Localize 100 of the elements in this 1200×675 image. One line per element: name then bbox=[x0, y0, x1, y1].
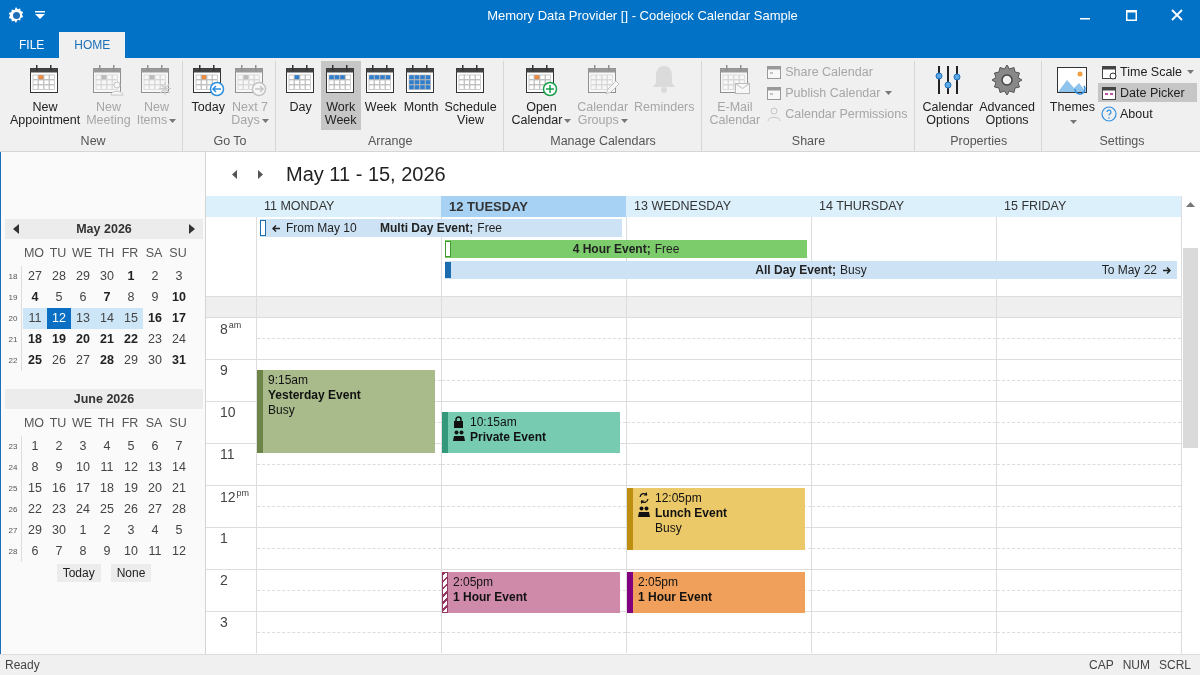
day-cell[interactable]: 17 bbox=[71, 478, 95, 499]
day-cell[interactable]: 25 bbox=[95, 499, 119, 520]
scrollbar[interactable] bbox=[1181, 196, 1199, 654]
day-cell[interactable]: 2 bbox=[143, 266, 167, 287]
day-cell[interactable]: 12 bbox=[119, 457, 143, 478]
day-cell[interactable]: 20 bbox=[143, 478, 167, 499]
day-cell[interactable]: 7 bbox=[95, 287, 119, 308]
previous-month-button[interactable] bbox=[11, 224, 21, 234]
day-cell[interactable]: 6 bbox=[23, 541, 47, 562]
day-cell[interactable]: 3 bbox=[119, 520, 143, 541]
ribbon-button[interactable]: New Appointment bbox=[7, 61, 84, 130]
ribbon-button[interactable]: Calendar Options bbox=[919, 61, 977, 130]
all-day-event[interactable]: From May 10 Multi Day Event; Free bbox=[260, 219, 622, 237]
picker-button[interactable]: Today bbox=[56, 564, 101, 582]
picker-button[interactable]: None bbox=[110, 564, 152, 582]
day-cell[interactable]: 9 bbox=[95, 541, 119, 562]
day-cell[interactable]: 31 bbox=[167, 350, 191, 371]
ribbon-button[interactable]: Day bbox=[280, 61, 321, 117]
day-cell[interactable]: 27 bbox=[71, 350, 95, 371]
day-cell[interactable]: 2 bbox=[95, 520, 119, 541]
ribbon-button[interactable]: Themes bbox=[1046, 61, 1098, 127]
day-cell[interactable]: 7 bbox=[167, 436, 191, 457]
day-cell[interactable]: 14 bbox=[95, 308, 119, 329]
day-cell[interactable]: 11 bbox=[23, 308, 47, 329]
day-cell[interactable]: 13 bbox=[71, 308, 95, 329]
day-cell[interactable]: 1 bbox=[23, 436, 47, 457]
day-cell[interactable]: 27 bbox=[23, 266, 47, 287]
day-cell[interactable]: 5 bbox=[167, 520, 191, 541]
ribbon-button[interactable]: Time Scale bbox=[1098, 62, 1198, 81]
day-cell[interactable]: 9 bbox=[47, 457, 71, 478]
day-cell[interactable]: 28 bbox=[167, 499, 191, 520]
day-cell[interactable]: 10 bbox=[71, 457, 95, 478]
day-cell[interactable]: 29 bbox=[119, 350, 143, 371]
day-cell[interactable]: 29 bbox=[23, 520, 47, 541]
day-cell[interactable]: 13 bbox=[143, 457, 167, 478]
day-cell[interactable]: 2 bbox=[47, 436, 71, 457]
day-header[interactable]: 14 THURSDAY bbox=[811, 196, 996, 217]
day-cell[interactable]: 15 bbox=[119, 308, 143, 329]
next-month-button[interactable] bbox=[187, 224, 197, 234]
day-cell[interactable]: 22 bbox=[23, 499, 47, 520]
day-cell[interactable]: 24 bbox=[167, 329, 191, 350]
day-cell[interactable]: 3 bbox=[71, 436, 95, 457]
ribbon-button[interactable]: Open Calendar bbox=[508, 61, 575, 130]
day-header[interactable]: 11 MONDAY bbox=[256, 196, 441, 217]
day-cell[interactable]: 26 bbox=[47, 350, 71, 371]
day-cell[interactable]: 17 bbox=[167, 308, 191, 329]
day-cell[interactable]: 6 bbox=[143, 436, 167, 457]
event-card[interactable]: 9:15am Yesterday Event Busy bbox=[257, 369, 435, 453]
day-cell[interactable]: 6 bbox=[71, 287, 95, 308]
day-cell[interactable]: 28 bbox=[47, 266, 71, 287]
day-cell[interactable]: 14 bbox=[167, 457, 191, 478]
day-cell[interactable]: 18 bbox=[95, 478, 119, 499]
ribbon-button[interactable]: About bbox=[1098, 104, 1198, 123]
day-cell[interactable]: 11 bbox=[95, 457, 119, 478]
day-cell[interactable]: 4 bbox=[23, 287, 47, 308]
day-cell[interactable]: 20 bbox=[71, 329, 95, 350]
gear-icon[interactable] bbox=[7, 6, 25, 24]
day-cell[interactable]: 7 bbox=[47, 541, 71, 562]
day-cell[interactable]: 19 bbox=[119, 478, 143, 499]
day-cell[interactable]: 21 bbox=[95, 329, 119, 350]
day-cell[interactable]: 28 bbox=[95, 350, 119, 371]
day-header[interactable]: 12 TUESDAY bbox=[441, 196, 626, 217]
caret-icon[interactable] bbox=[35, 11, 45, 19]
day-cell[interactable]: 18 bbox=[23, 329, 47, 350]
day-cell[interactable]: 4 bbox=[143, 520, 167, 541]
day-cell[interactable]: 11 bbox=[143, 541, 167, 562]
scrollbar-thumb[interactable] bbox=[1183, 248, 1198, 448]
ribbon-button[interactable]: Week bbox=[360, 61, 401, 117]
ribbon-button[interactable]: Schedule View bbox=[441, 61, 500, 130]
day-header[interactable]: 15 FRIDAY bbox=[996, 196, 1181, 217]
all-day-event[interactable]: 4 Hour Event; Free bbox=[445, 240, 807, 258]
day-cell[interactable]: 26 bbox=[119, 499, 143, 520]
day-cell[interactable]: 30 bbox=[47, 520, 71, 541]
day-cell[interactable]: 8 bbox=[71, 541, 95, 562]
day-cell[interactable]: 25 bbox=[23, 350, 47, 371]
day-cell[interactable]: 29 bbox=[71, 266, 95, 287]
day-cell[interactable]: 21 bbox=[167, 478, 191, 499]
day-cell[interactable]: 12 bbox=[167, 541, 191, 562]
day-cell[interactable]: 16 bbox=[143, 308, 167, 329]
day-cell[interactable]: 10 bbox=[167, 287, 191, 308]
day-cell[interactable]: 22 bbox=[119, 329, 143, 350]
day-cell[interactable]: 5 bbox=[119, 436, 143, 457]
day-cell[interactable]: 4 bbox=[95, 436, 119, 457]
ribbon-button[interactable]: Date Picker bbox=[1098, 83, 1198, 102]
event-card[interactable]: 2:05pm 1 Hour Event bbox=[442, 572, 620, 614]
day-cell[interactable]: 1 bbox=[119, 266, 143, 287]
day-cell[interactable]: 3 bbox=[167, 266, 191, 287]
ribbon-button[interactable]: Work Week bbox=[320, 61, 361, 130]
ribbon-button[interactable]: Advanced Options bbox=[976, 61, 1038, 130]
day-cell[interactable]: 10 bbox=[119, 541, 143, 562]
all-day-event[interactable]: All Day Event; Busy To May 22 bbox=[445, 261, 1177, 279]
ribbon-button[interactable]: Today bbox=[188, 61, 229, 117]
day-cell[interactable]: 24 bbox=[71, 499, 95, 520]
ribbon-tab[interactable]: HOME bbox=[59, 32, 126, 58]
day-cell[interactable]: 1 bbox=[71, 520, 95, 541]
day-cell[interactable]: 8 bbox=[119, 287, 143, 308]
day-cell[interactable]: 23 bbox=[47, 499, 71, 520]
day-cell[interactable]: 30 bbox=[143, 350, 167, 371]
day-header[interactable]: 13 WEDNESDAY bbox=[626, 196, 811, 217]
ribbon-tab[interactable]: FILE bbox=[4, 32, 60, 58]
